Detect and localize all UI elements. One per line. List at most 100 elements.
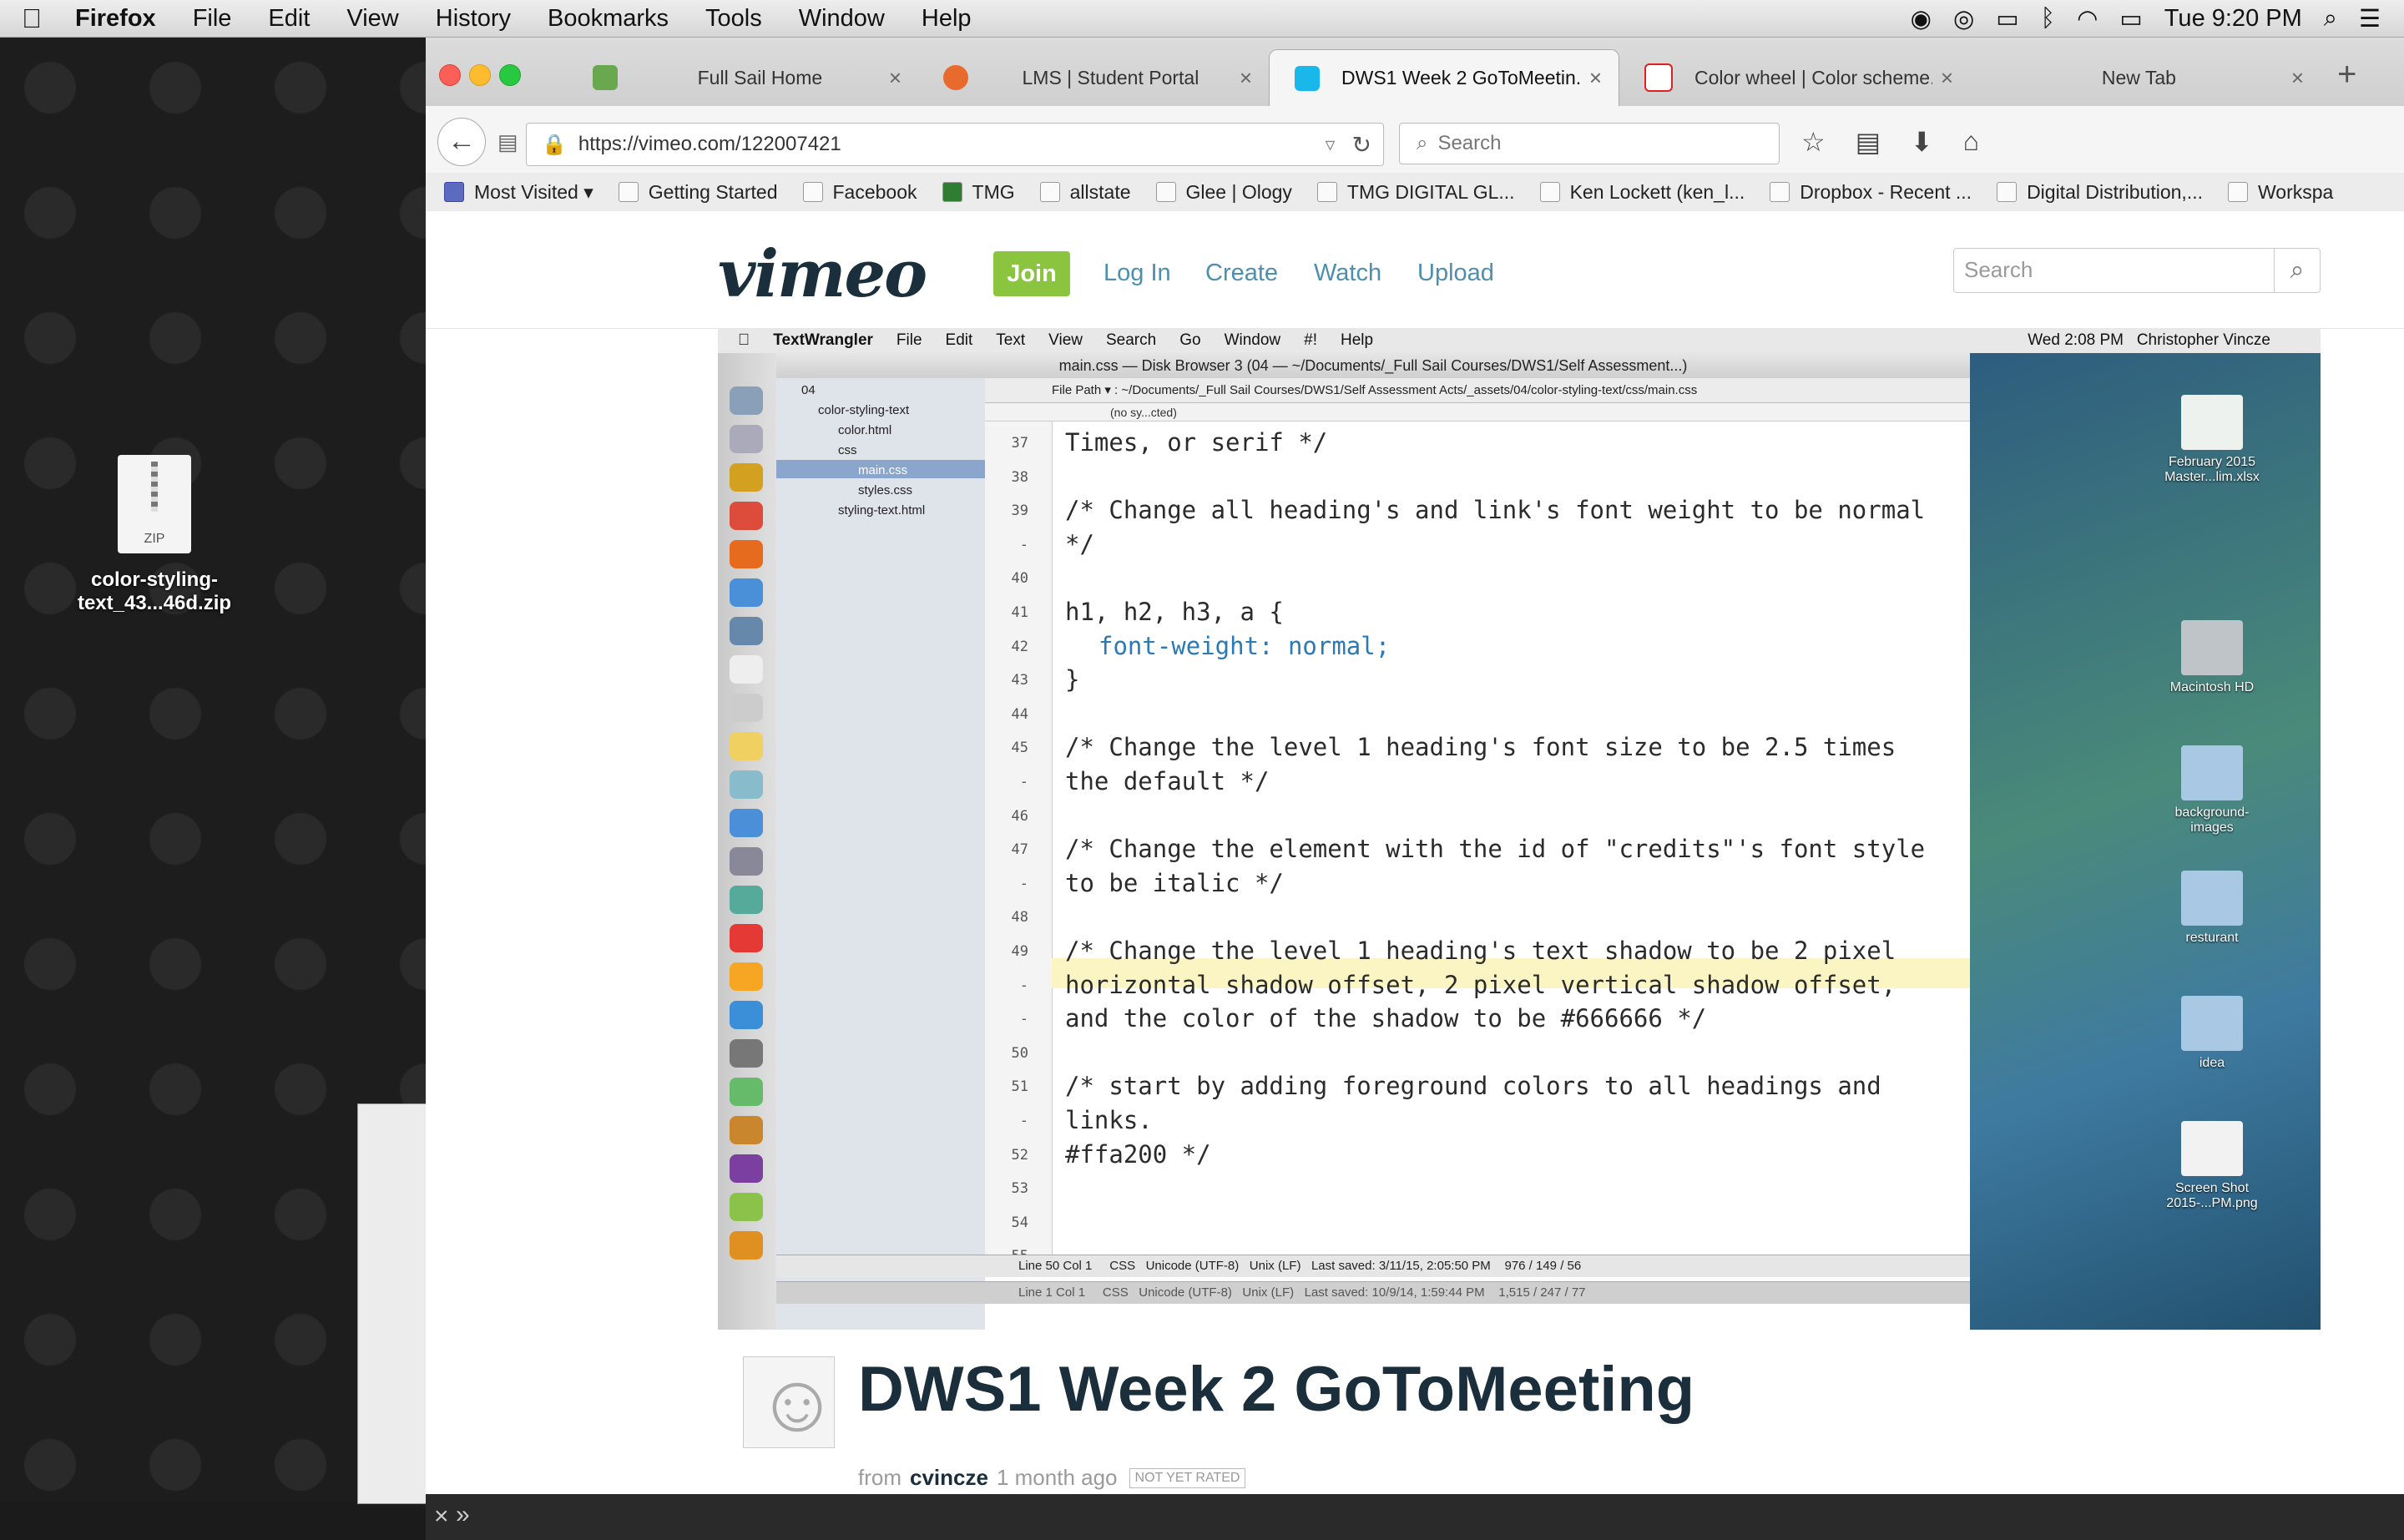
close-bar-icon[interactable]: × [434, 1502, 449, 1531]
tab-full-sail-home[interactable]: Full Sail Home × [568, 49, 918, 106]
spotlight-icon[interactable]: ⌕ [2324, 5, 2337, 33]
reload-icon[interactable]: ↻ [1352, 131, 1371, 159]
close-tab-icon[interactable]: × [889, 65, 902, 91]
video-apple-icon:  [738, 331, 750, 350]
new-tab-button[interactable]: + [2337, 56, 2356, 93]
close-tab-icon[interactable]: × [1589, 65, 1602, 91]
video-desktop-icon-screenshot: Screen Shot 2015-...PM.png [2154, 1121, 2270, 1211]
apple-menu-icon[interactable]:  [22, 3, 42, 34]
author-link[interactable]: cvincze [910, 1465, 988, 1491]
bookmark-facebook[interactable]: Facebook [802, 181, 917, 204]
vimeo-favicon [1295, 65, 1320, 91]
video-menu-search: Search [1093, 331, 1156, 349]
video-menu-go: Go [1167, 331, 1200, 349]
line-number: 48 [1011, 909, 1028, 927]
bookmark-allstate[interactable]: allstate [1039, 181, 1131, 204]
home-icon[interactable]: ⌂ [1963, 126, 1979, 158]
reading-list-icon[interactable]: ▤ [1856, 126, 1881, 158]
video-desktop-wallpaper: February 2015 Master...lim.xlsx Macintos… [1970, 353, 2321, 1330]
notification-center-icon[interactable]: ☰ [2359, 4, 2381, 33]
wifi-icon[interactable]: ◠ [2077, 4, 2098, 33]
editor-status-bar: Line 50 Col 1 CSS Unicode (UTF-8) Unix (… [776, 1255, 1970, 1277]
background-finder-window[interactable] [357, 1103, 434, 1504]
vimeo-logo[interactable]: vimeo [718, 236, 927, 312]
app-menu[interactable]: Firefox [75, 5, 156, 33]
line-number: - [1019, 977, 1028, 994]
display-icon[interactable]: ▭ [1996, 4, 2018, 33]
line-number: 39 [1011, 502, 1028, 520]
search-engine-icon[interactable]: ⌕ [1417, 132, 1427, 155]
back-arrow-icon[interactable]: ← [437, 118, 486, 166]
menu-help[interactable]: Help [922, 5, 972, 33]
search-icon[interactable]: ⌕ [2274, 249, 2320, 292]
bluetooth-icon[interactable]: ᛒ [2041, 5, 2055, 33]
close-window-button[interactable] [439, 64, 461, 86]
zip-file-icon: ZIP [118, 455, 191, 553]
code-line: /* start by adding foreground colors to … [1065, 1072, 1881, 1101]
creative-cloud-icon[interactable]: ◉ [1911, 4, 1932, 33]
dropdown-icon[interactable]: ▿ [1325, 133, 1335, 157]
menu-tools[interactable]: Tools [705, 5, 762, 33]
bookmark-getting-started[interactable]: Getting Started [618, 181, 778, 204]
line-number: 51 [1011, 1078, 1028, 1096]
sync-icon[interactable]: ◎ [1953, 4, 1974, 33]
bookmark-star-icon[interactable]: ☆ [1801, 126, 1826, 158]
bookmark-glee-ology[interactable]: Glee | Ology [1155, 181, 1292, 204]
code-line: horizontal shadow offset, 2 pixel vertic… [1065, 970, 1896, 999]
expand-icon[interactable]: » [456, 1501, 470, 1529]
line-number: - [1019, 536, 1028, 553]
vimeo-header: vimeo Join Log In Create Watch Upload Se… [426, 211, 2404, 329]
close-tab-icon[interactable]: × [1240, 65, 1252, 91]
adobe-favicon [1644, 63, 1673, 92]
battery-icon[interactable]: ▭ [2119, 4, 2142, 33]
zoom-window-button[interactable] [499, 64, 521, 86]
code-line: and the color of the shadow to be #66666… [1065, 1004, 1707, 1033]
bookmark-ken-lockett[interactable]: Ken Lockett (ken_l... [1539, 181, 1745, 204]
menu-edit[interactable]: Edit [268, 5, 310, 33]
nav-create[interactable]: Create [1205, 260, 1278, 287]
desktop-zip-file[interactable]: ZIP color-styling- text_43...46d.zip [67, 455, 242, 615]
menu-history[interactable]: History [436, 5, 511, 33]
minimize-window-button[interactable] [469, 64, 491, 86]
clock[interactable]: Tue 9:20 PM [2164, 5, 2302, 33]
toolbar-buttons: ☆ ▤ ⬇ ⌂ [1801, 126, 1979, 158]
line-number: - [1019, 1113, 1028, 1129]
code-line: the default */ [1065, 767, 1270, 795]
bookmark-tmg[interactable]: TMG [942, 181, 1015, 204]
bookmark-most-visited[interactable]: Most Visited ▾ [444, 181, 593, 204]
nav-log-in[interactable]: Log In [1104, 260, 1171, 287]
search-bar[interactable]: ⌕ Search [1399, 123, 1780, 164]
close-tab-icon[interactable]: × [1941, 65, 1953, 91]
file-name-line2: text_43...46d.zip [77, 592, 232, 614]
menu-window[interactable]: Window [799, 5, 885, 33]
bookmark-workspace[interactable]: Workspa [2227, 181, 2333, 204]
bookmark-digital-distribution[interactable]: Digital Distribution,... [1997, 181, 2203, 204]
tab-color-wheel[interactable]: Color wheel | Color scheme... × [1619, 49, 1970, 106]
tab-new-tab[interactable]: New Tab × [1970, 49, 2321, 106]
video-player[interactable]:  TextWrangler File Edit Text View Searc… [718, 328, 2321, 1330]
menu-file[interactable]: File [193, 5, 232, 33]
tree-item: styling-text.html [838, 503, 926, 518]
menu-view[interactable]: View [346, 5, 398, 33]
video-menu-view: View [1036, 331, 1083, 349]
downloads-icon[interactable]: ⬇ [1911, 126, 1933, 158]
join-button[interactable]: Join [993, 251, 1070, 296]
lock-icon: 🔒 [542, 133, 567, 156]
code-line: /* Change all heading's and link's font … [1065, 496, 1926, 525]
tab-vimeo-active[interactable]: DWS1 Week 2 GoToMeetin... × [1269, 49, 1619, 106]
bookmark-dropbox[interactable]: Dropbox - Recent ... [1770, 181, 1972, 204]
tab-lms-portal[interactable]: LMS | Student Portal × [918, 49, 1269, 106]
code-line: /* Change the level 1 heading's text sha… [1065, 937, 1896, 965]
line-number: 54 [1011, 1214, 1028, 1231]
page-icon[interactable]: ▤ [497, 129, 518, 155]
author-avatar[interactable] [743, 1356, 839, 1450]
close-tab-icon[interactable]: × [2291, 65, 2304, 91]
nav-upload[interactable]: Upload [1417, 260, 1494, 287]
bookmark-tmg-digital[interactable]: TMG DIGITAL GL... [1316, 181, 1515, 204]
vimeo-search-input[interactable]: Search ⌕ [1953, 248, 2321, 293]
nav-watch[interactable]: Watch [1314, 260, 1381, 287]
menu-bookmarks[interactable]: Bookmarks [548, 5, 669, 33]
video-menu-text: Text [984, 331, 1025, 349]
video-menu-edit: Edit [933, 331, 973, 349]
url-bar[interactable]: 🔒 https://vimeo.com/122007421 ▿ ↻ [526, 123, 1384, 166]
